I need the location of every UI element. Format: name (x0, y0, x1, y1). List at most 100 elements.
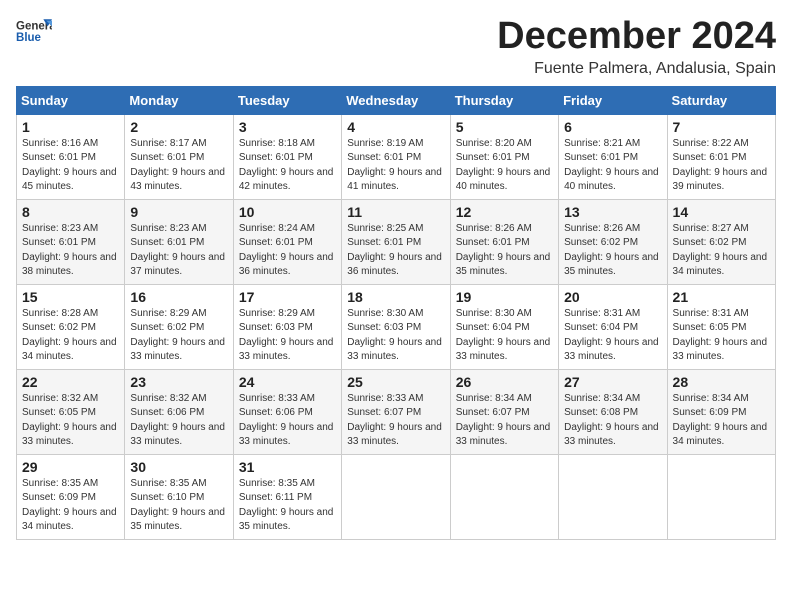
day-number: 31 (239, 459, 336, 475)
day-info: Sunrise: 8:23 AMSunset: 6:01 PMDaylight:… (130, 223, 225, 278)
table-row: 6 Sunrise: 8:21 AMSunset: 6:01 PMDayligh… (559, 114, 667, 199)
calendar-week-5: 29 Sunrise: 8:35 AMSunset: 6:09 PMDaylig… (17, 454, 776, 539)
header-tuesday: Tuesday (233, 86, 341, 114)
table-row: 13 Sunrise: 8:26 AMSunset: 6:02 PMDaylig… (559, 199, 667, 284)
day-number: 23 (130, 374, 227, 390)
day-number: 27 (564, 374, 661, 390)
table-row: 30 Sunrise: 8:35 AMSunset: 6:10 PMDaylig… (125, 454, 233, 539)
day-info: Sunrise: 8:32 AMSunset: 6:05 PMDaylight:… (22, 393, 117, 448)
header-friday: Friday (559, 86, 667, 114)
day-number: 10 (239, 204, 336, 220)
day-info: Sunrise: 8:27 AMSunset: 6:02 PMDaylight:… (673, 223, 768, 278)
location-title: Fuente Palmera, Andalusia, Spain (497, 60, 776, 78)
day-number: 5 (456, 119, 553, 135)
day-info: Sunrise: 8:30 AMSunset: 6:04 PMDaylight:… (456, 308, 551, 363)
day-info: Sunrise: 8:34 AMSunset: 6:09 PMDaylight:… (673, 393, 768, 448)
day-number: 3 (239, 119, 336, 135)
day-number: 12 (456, 204, 553, 220)
table-row: 4 Sunrise: 8:19 AMSunset: 6:01 PMDayligh… (342, 114, 450, 199)
table-row: 24 Sunrise: 8:33 AMSunset: 6:06 PMDaylig… (233, 369, 341, 454)
table-row: 17 Sunrise: 8:29 AMSunset: 6:03 PMDaylig… (233, 284, 341, 369)
table-row: 22 Sunrise: 8:32 AMSunset: 6:05 PMDaylig… (17, 369, 125, 454)
day-number: 17 (239, 289, 336, 305)
day-info: Sunrise: 8:16 AMSunset: 6:01 PMDaylight:… (22, 138, 117, 193)
table-row: 2 Sunrise: 8:17 AMSunset: 6:01 PMDayligh… (125, 114, 233, 199)
table-row: 28 Sunrise: 8:34 AMSunset: 6:09 PMDaylig… (667, 369, 775, 454)
day-info: Sunrise: 8:32 AMSunset: 6:06 PMDaylight:… (130, 393, 225, 448)
title-block: December 2024 Fuente Palmera, Andalusia,… (497, 16, 776, 78)
page-container: General Blue December 2024 Fuente Palmer… (16, 16, 776, 540)
day-info: Sunrise: 8:28 AMSunset: 6:02 PMDaylight:… (22, 308, 117, 363)
day-number: 26 (456, 374, 553, 390)
table-row: 11 Sunrise: 8:25 AMSunset: 6:01 PMDaylig… (342, 199, 450, 284)
day-info: Sunrise: 8:17 AMSunset: 6:01 PMDaylight:… (130, 138, 225, 193)
header-saturday: Saturday (667, 86, 775, 114)
day-info: Sunrise: 8:20 AMSunset: 6:01 PMDaylight:… (456, 138, 551, 193)
header-thursday: Thursday (450, 86, 558, 114)
day-number: 21 (673, 289, 770, 305)
day-info: Sunrise: 8:29 AMSunset: 6:02 PMDaylight:… (130, 308, 225, 363)
day-number: 14 (673, 204, 770, 220)
day-info: Sunrise: 8:18 AMSunset: 6:01 PMDaylight:… (239, 138, 334, 193)
table-row: 9 Sunrise: 8:23 AMSunset: 6:01 PMDayligh… (125, 199, 233, 284)
day-number: 20 (564, 289, 661, 305)
table-row (667, 454, 775, 539)
table-row: 23 Sunrise: 8:32 AMSunset: 6:06 PMDaylig… (125, 369, 233, 454)
day-number: 28 (673, 374, 770, 390)
day-info: Sunrise: 8:30 AMSunset: 6:03 PMDaylight:… (347, 308, 442, 363)
calendar-table: Sunday Monday Tuesday Wednesday Thursday… (16, 86, 776, 540)
table-row: 20 Sunrise: 8:31 AMSunset: 6:04 PMDaylig… (559, 284, 667, 369)
day-info: Sunrise: 8:31 AMSunset: 6:05 PMDaylight:… (673, 308, 768, 363)
day-info: Sunrise: 8:26 AMSunset: 6:02 PMDaylight:… (564, 223, 659, 278)
day-info: Sunrise: 8:19 AMSunset: 6:01 PMDaylight:… (347, 138, 442, 193)
month-title: December 2024 (497, 16, 776, 58)
logo: General Blue (16, 16, 54, 44)
day-number: 6 (564, 119, 661, 135)
calendar-week-2: 8 Sunrise: 8:23 AMSunset: 6:01 PMDayligh… (17, 199, 776, 284)
day-number: 7 (673, 119, 770, 135)
table-row (342, 454, 450, 539)
table-row: 29 Sunrise: 8:35 AMSunset: 6:09 PMDaylig… (17, 454, 125, 539)
calendar-week-4: 22 Sunrise: 8:32 AMSunset: 6:05 PMDaylig… (17, 369, 776, 454)
day-info: Sunrise: 8:22 AMSunset: 6:01 PMDaylight:… (673, 138, 768, 193)
logo-icon: General Blue (16, 16, 52, 44)
table-row (559, 454, 667, 539)
day-info: Sunrise: 8:33 AMSunset: 6:06 PMDaylight:… (239, 393, 334, 448)
table-row: 14 Sunrise: 8:27 AMSunset: 6:02 PMDaylig… (667, 199, 775, 284)
table-row: 25 Sunrise: 8:33 AMSunset: 6:07 PMDaylig… (342, 369, 450, 454)
day-info: Sunrise: 8:33 AMSunset: 6:07 PMDaylight:… (347, 393, 442, 448)
day-number: 15 (22, 289, 119, 305)
table-row: 16 Sunrise: 8:29 AMSunset: 6:02 PMDaylig… (125, 284, 233, 369)
day-number: 25 (347, 374, 444, 390)
header: General Blue December 2024 Fuente Palmer… (16, 16, 776, 78)
day-info: Sunrise: 8:35 AMSunset: 6:11 PMDaylight:… (239, 478, 334, 533)
day-info: Sunrise: 8:23 AMSunset: 6:01 PMDaylight:… (22, 223, 117, 278)
day-info: Sunrise: 8:26 AMSunset: 6:01 PMDaylight:… (456, 223, 551, 278)
day-info: Sunrise: 8:21 AMSunset: 6:01 PMDaylight:… (564, 138, 659, 193)
day-number: 9 (130, 204, 227, 220)
day-info: Sunrise: 8:25 AMSunset: 6:01 PMDaylight:… (347, 223, 442, 278)
table-row: 1 Sunrise: 8:16 AMSunset: 6:01 PMDayligh… (17, 114, 125, 199)
table-row: 12 Sunrise: 8:26 AMSunset: 6:01 PMDaylig… (450, 199, 558, 284)
day-info: Sunrise: 8:35 AMSunset: 6:10 PMDaylight:… (130, 478, 225, 533)
day-number: 18 (347, 289, 444, 305)
day-info: Sunrise: 8:35 AMSunset: 6:09 PMDaylight:… (22, 478, 117, 533)
header-sunday: Sunday (17, 86, 125, 114)
day-info: Sunrise: 8:34 AMSunset: 6:07 PMDaylight:… (456, 393, 551, 448)
day-number: 19 (456, 289, 553, 305)
day-info: Sunrise: 8:29 AMSunset: 6:03 PMDaylight:… (239, 308, 334, 363)
table-row: 26 Sunrise: 8:34 AMSunset: 6:07 PMDaylig… (450, 369, 558, 454)
header-wednesday: Wednesday (342, 86, 450, 114)
day-number: 13 (564, 204, 661, 220)
day-info: Sunrise: 8:24 AMSunset: 6:01 PMDaylight:… (239, 223, 334, 278)
day-number: 24 (239, 374, 336, 390)
table-row: 10 Sunrise: 8:24 AMSunset: 6:01 PMDaylig… (233, 199, 341, 284)
day-number: 16 (130, 289, 227, 305)
table-row: 7 Sunrise: 8:22 AMSunset: 6:01 PMDayligh… (667, 114, 775, 199)
table-row: 19 Sunrise: 8:30 AMSunset: 6:04 PMDaylig… (450, 284, 558, 369)
table-row: 31 Sunrise: 8:35 AMSunset: 6:11 PMDaylig… (233, 454, 341, 539)
table-row: 27 Sunrise: 8:34 AMSunset: 6:08 PMDaylig… (559, 369, 667, 454)
calendar-header-row: Sunday Monday Tuesday Wednesday Thursday… (17, 86, 776, 114)
day-number: 29 (22, 459, 119, 475)
day-number: 8 (22, 204, 119, 220)
